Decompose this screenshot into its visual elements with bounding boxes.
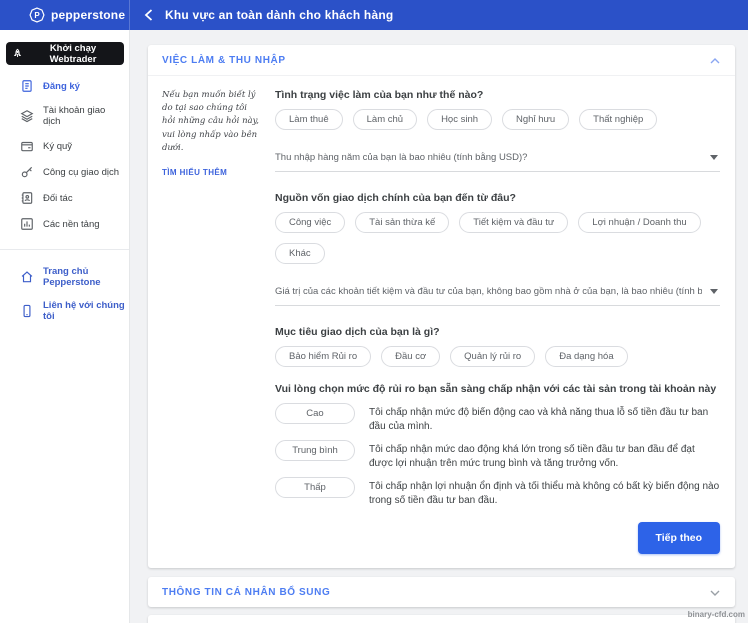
next-button[interactable]: Tiếp theo bbox=[638, 522, 720, 554]
wallet-icon bbox=[20, 139, 34, 153]
accordion-thong-tin-ca-nhan-bo-sung: THÔNG TIN CÁ NHÂN BỔ SUNG bbox=[148, 577, 735, 607]
risk-tolerance-group: Vui lòng chọn mức độ rủi ro bạn sẵn sàng… bbox=[275, 383, 720, 507]
question-funds-source: Nguồn vốn giao dịch chính của bạn đến từ… bbox=[275, 192, 720, 204]
sidebar-item-cac-nen-tang[interactable]: Các nền tảng bbox=[0, 211, 129, 237]
main-content: VIỆC LÀM & THU NHẬP Nếu bạn muốn biết lý… bbox=[130, 30, 748, 623]
launch-webtrader-button[interactable]: Khởi chạy Webtrader bbox=[6, 42, 124, 65]
savings-value-select[interactable]: Giá trị của các khoản tiết kiệm và đầu t… bbox=[275, 280, 720, 306]
chevron-down-icon bbox=[710, 590, 720, 596]
sidebar-item-tai-khoan-giao-dich[interactable]: Tài khoản giao dịch bbox=[0, 99, 129, 133]
form-column: Tình trạng việc làm của bạn như thế nào?… bbox=[275, 89, 720, 514]
chip-lam-thue[interactable]: Làm thuê bbox=[275, 109, 343, 130]
sidebar-item-cong-cu-giao-dich[interactable]: Công cụ giao dịch bbox=[0, 159, 129, 185]
learn-more-link[interactable]: TÌM HIỂU THÊM bbox=[162, 168, 227, 177]
risk-row-medium: Trung bình Tôi chấp nhận mức dao động kh… bbox=[275, 440, 720, 470]
layers-icon bbox=[20, 109, 34, 123]
chevron-left-icon bbox=[144, 9, 153, 21]
key-icon bbox=[20, 165, 34, 179]
watermark: binary-cfd.com bbox=[688, 610, 745, 619]
svg-text:P: P bbox=[34, 11, 40, 20]
sidebar-nav: Đăng ký Tài khoản giao dịch Ký quỹ Công … bbox=[0, 73, 129, 237]
sidebar-item-ky-quy[interactable]: Ký quỹ bbox=[0, 133, 129, 159]
accordion-header[interactable]: THÔNG TIN CÁ NHÂN BỔ SUNG bbox=[148, 577, 735, 607]
sidebar: Khởi chạy Webtrader Đăng ký Tài khoản gi… bbox=[0, 30, 130, 623]
pepperstone-logo-icon: P bbox=[29, 7, 45, 23]
chip-hoc-sinh[interactable]: Học sinh bbox=[427, 109, 492, 130]
chip-that-nghiep[interactable]: Thất nghiệp bbox=[579, 109, 657, 130]
chip-nghi-huu[interactable]: Nghỉ hưu bbox=[502, 109, 569, 130]
document-icon bbox=[20, 79, 34, 93]
risk-option-thap[interactable]: Thấp bbox=[275, 477, 355, 498]
chip-khac[interactable]: Khác bbox=[275, 243, 325, 264]
app-root: P pepperstone Khu vực an toàn dành cho k… bbox=[0, 0, 748, 623]
sidebar-divider bbox=[0, 249, 129, 250]
chip-dau-co[interactable]: Đầu cơ bbox=[381, 346, 440, 367]
accordion-header[interactable]: TUYÊN BỐ bbox=[148, 615, 735, 623]
back-button[interactable] bbox=[140, 7, 157, 23]
section-title: THÔNG TIN CÁ NHÂN BỔ SUNG bbox=[162, 587, 330, 598]
sidebar-item-label: Công cụ giao dịch bbox=[43, 167, 119, 178]
employment-income-section: VIỆC LÀM & THU NHẬP Nếu bạn muốn biết lý… bbox=[148, 45, 735, 568]
annual-income-label: Thu nhập hàng năm của bạn là bao nhiêu (… bbox=[275, 152, 702, 163]
chip-loi-nhuan-doanh-thu[interactable]: Lợi nhuận / Doanh thu bbox=[578, 212, 700, 233]
info-note-column: Nếu bạn muốn biết lý do tại sao chúng tô… bbox=[162, 89, 260, 514]
chip-da-dang-hoa[interactable]: Đa dạng hóa bbox=[545, 346, 627, 367]
sidebar-item-label: Các nền tảng bbox=[43, 219, 100, 230]
form-actions: Tiếp theo bbox=[148, 514, 735, 568]
contacts-icon bbox=[20, 191, 34, 205]
funds-source-options: Công việc Tài sản thừa kế Tiết kiệm và đ… bbox=[275, 212, 720, 264]
risk-description-low: Tôi chấp nhận lợi nhuận ổn định và tối t… bbox=[369, 480, 720, 507]
chip-quan-ly-rui-ro[interactable]: Quản lý rủi ro bbox=[450, 346, 535, 367]
sidebar-item-label: Đối tác bbox=[43, 193, 73, 204]
launch-webtrader-label: Khởi chạy Webtrader bbox=[28, 43, 118, 65]
risk-row-low: Thấp Tôi chấp nhận lợi nhuận ổn định và … bbox=[275, 477, 720, 507]
accordion-tuyen-bo: TUYÊN BỐ bbox=[148, 615, 735, 623]
phone-icon bbox=[20, 304, 34, 318]
home-icon bbox=[20, 270, 34, 284]
risk-row-high: Cao Tôi chấp nhận mức độ biến động cao v… bbox=[275, 403, 720, 433]
sidebar-item-lien-he[interactable]: Liên hệ với chúng tôi bbox=[0, 294, 129, 328]
brand-name: pepperstone bbox=[51, 8, 125, 22]
trading-objective-options: Bảo hiểm Rủi ro Đầu cơ Quản lý rủi ro Đa… bbox=[275, 346, 720, 367]
chip-tai-san-thua-ke[interactable]: Tài sản thừa kế bbox=[355, 212, 449, 233]
section-title: VIỆC LÀM & THU NHẬP bbox=[162, 55, 286, 66]
risk-description-medium: Tôi chấp nhận mức dao động khá lớn trong… bbox=[369, 443, 720, 470]
caret-down-icon bbox=[710, 289, 718, 294]
sidebar-item-dang-ky[interactable]: Đăng ký bbox=[0, 73, 129, 99]
sidebar-item-doi-tac[interactable]: Đối tác bbox=[0, 185, 129, 211]
question-trading-objective: Mục tiêu giao dịch của bạn là gì? bbox=[275, 326, 720, 338]
question-risk-tolerance: Vui lòng chọn mức độ rủi ro bạn sẵn sàng… bbox=[275, 383, 720, 395]
info-note: Nếu bạn muốn biết lý do tại sao chúng tô… bbox=[162, 89, 260, 155]
savings-value-label: Giá trị của các khoản tiết kiệm và đầu t… bbox=[275, 286, 702, 297]
sidebar-item-trang-chu-pepperstone[interactable]: Trang chủ Pepperstone bbox=[0, 260, 129, 294]
chip-bao-hiem-rui-ro[interactable]: Bảo hiểm Rủi ro bbox=[275, 346, 371, 367]
bar-chart-icon bbox=[20, 217, 34, 231]
chevron-up-icon bbox=[710, 58, 720, 64]
chip-cong-viec[interactable]: Công việc bbox=[275, 212, 345, 233]
sidebar-item-label: Tài khoản giao dịch bbox=[43, 105, 125, 127]
caret-down-icon bbox=[710, 155, 718, 160]
risk-description-high: Tôi chấp nhận mức độ biến động cao và kh… bbox=[369, 406, 720, 433]
topbar: P pepperstone Khu vực an toàn dành cho k… bbox=[0, 0, 748, 30]
annual-income-select[interactable]: Thu nhập hàng năm của bạn là bao nhiêu (… bbox=[275, 146, 720, 172]
rocket-icon bbox=[12, 48, 23, 59]
chip-tiet-kiem-va-dau-tu[interactable]: Tiết kiệm và đầu tư bbox=[459, 212, 568, 233]
brand: P pepperstone bbox=[0, 0, 130, 30]
page-title: Khu vực an toàn dành cho khách hàng bbox=[165, 8, 393, 22]
employment-options: Làm thuê Làm chủ Học sinh Nghỉ hưu Thất … bbox=[275, 109, 720, 130]
risk-option-cao[interactable]: Cao bbox=[275, 403, 355, 424]
chip-lam-chu[interactable]: Làm chủ bbox=[353, 109, 417, 130]
sidebar-item-label: Trang chủ Pepperstone bbox=[43, 266, 125, 288]
sidebar-item-label: Liên hệ với chúng tôi bbox=[43, 300, 125, 322]
sidebar-item-label: Đăng ký bbox=[43, 81, 80, 92]
sidebar-item-label: Ký quỹ bbox=[43, 141, 72, 152]
risk-option-trung-binh[interactable]: Trung bình bbox=[275, 440, 355, 461]
employment-income-header[interactable]: VIỆC LÀM & THU NHẬP bbox=[148, 45, 735, 76]
employment-income-body: Nếu bạn muốn biết lý do tại sao chúng tô… bbox=[148, 76, 735, 514]
question-employment-status: Tình trạng việc làm của bạn như thế nào? bbox=[275, 89, 720, 101]
